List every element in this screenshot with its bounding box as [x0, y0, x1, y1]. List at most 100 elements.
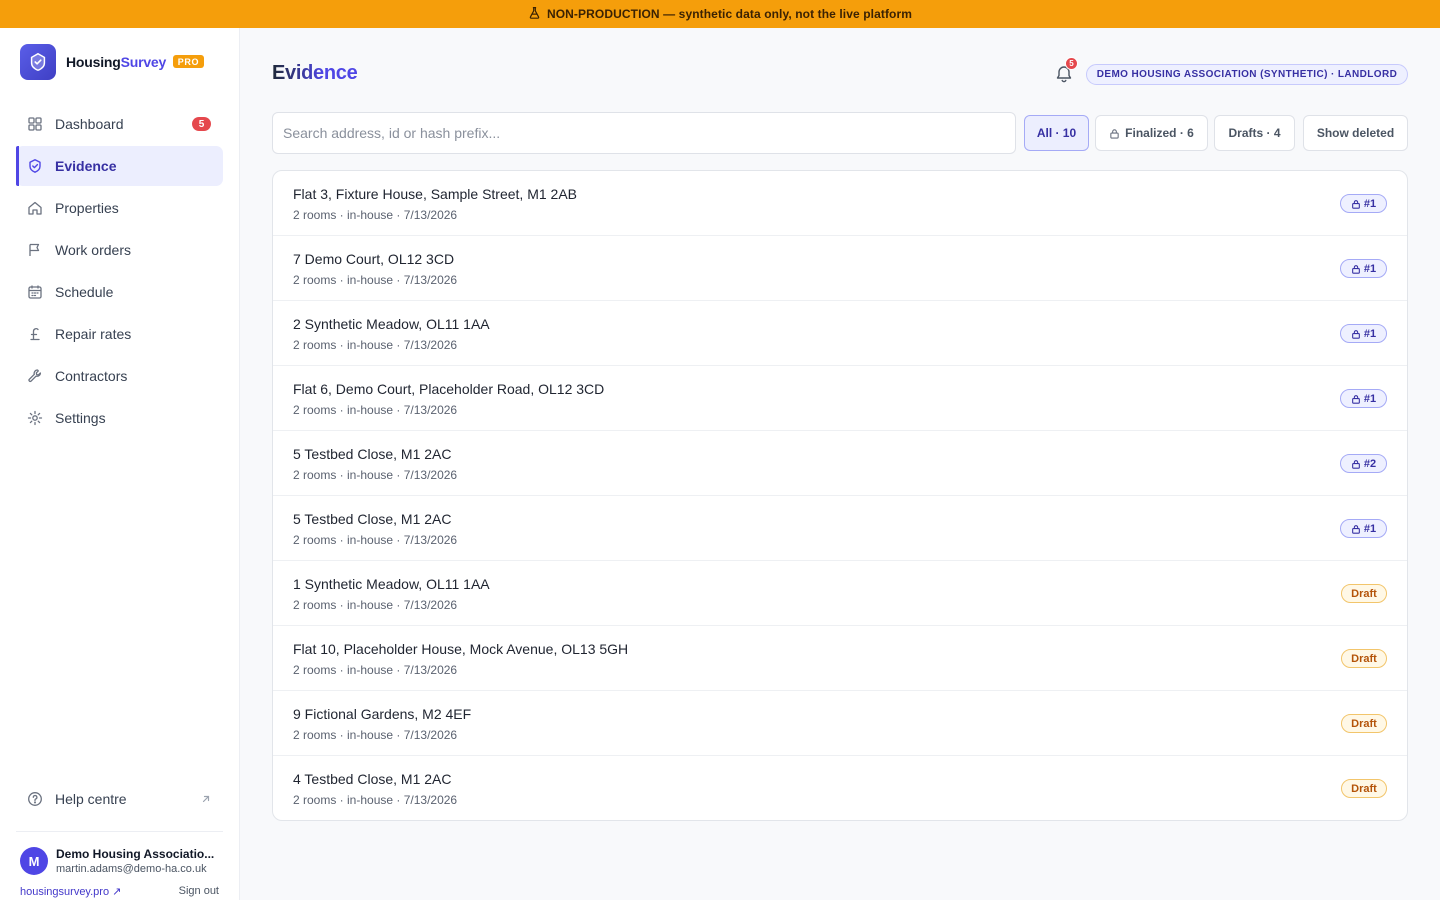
row-meta: 2 rooms · in-house · 7/13/2026 — [293, 663, 458, 677]
lock-icon — [1352, 459, 1360, 469]
lock-icon — [1352, 264, 1360, 274]
table-row[interactable]: 5 Testbed Close, M1 2AC 2 rooms · in-hou… — [273, 496, 1407, 561]
tag-label: #1 — [1363, 197, 1377, 210]
sidebar-item-schedule[interactable]: Schedule — [16, 272, 223, 312]
user-name: Demo Housing Associatio... — [56, 847, 215, 861]
draft-tag: Draft — [1341, 584, 1387, 603]
row-address: Flat 10, Placeholder House, Mock Avenue,… — [293, 641, 629, 657]
sidebar-item-repair-rates[interactable]: Repair rates — [16, 314, 223, 354]
tag-label: #1 — [1363, 327, 1377, 340]
sidebar-item-work-orders[interactable]: Work orders — [16, 230, 223, 270]
tag-label: #1 — [1363, 522, 1377, 535]
brand-name-part1: Housing — [66, 54, 121, 70]
lock-icon — [1352, 394, 1360, 404]
table-row[interactable]: 4 Testbed Close, M1 2AC 2 rooms · in-hou… — [273, 756, 1407, 820]
lock-icon — [1352, 329, 1360, 339]
finalized-tag: #1 — [1340, 194, 1387, 213]
sidebar-item-label: Contractors — [55, 368, 128, 384]
sidebar: HousingSurvey PRO Dashboard 5 Evidence P… — [0, 28, 240, 900]
row-meta: 2 rooms · in-house · 7/13/2026 — [293, 533, 458, 547]
calendar-icon — [28, 285, 42, 299]
row-address: 9 Fictional Gardens, M2 4EF — [293, 706, 472, 722]
row-address: 4 Testbed Close, M1 2AC — [293, 771, 452, 787]
finalized-tag: #1 — [1340, 324, 1387, 343]
table-row[interactable]: Flat 3, Fixture House, Sample Street, M1… — [273, 171, 1407, 236]
draft-tag: Draft — [1341, 649, 1387, 668]
sidebar-item-label: Dashboard — [55, 116, 124, 132]
row-meta: 2 rooms · in-house · 7/13/2026 — [293, 273, 458, 287]
home-icon — [28, 201, 42, 215]
sidebar-item-label: Repair rates — [55, 326, 132, 342]
draft-tag: Draft — [1341, 714, 1387, 733]
row-meta: 2 rooms · in-house · 7/13/2026 — [293, 338, 458, 352]
flask-icon — [528, 6, 541, 22]
row-address: 5 Testbed Close, M1 2AC — [293, 446, 452, 462]
sign-out-link[interactable]: Sign out — [179, 885, 219, 898]
dashboard-grid-icon — [28, 117, 42, 131]
brand-name: HousingSurvey PRO — [66, 54, 205, 70]
filter-all-button[interactable]: All · 10 — [1024, 115, 1089, 151]
user-email: martin.adams@demo-ha.co.uk — [56, 863, 207, 875]
table-row[interactable]: 1 Synthetic Meadow, OL11 1AA 2 rooms · i… — [273, 561, 1407, 626]
sidebar-item-evidence[interactable]: Evidence — [16, 146, 223, 186]
pound-sign-icon — [30, 328, 40, 341]
row-address: Flat 3, Fixture House, Sample Street, M1… — [293, 186, 578, 202]
site-link[interactable]: housingsurvey.pro ↗ — [20, 885, 121, 898]
row-address: Flat 6, Demo Court, Placeholder Road, OL… — [293, 381, 605, 397]
table-row[interactable]: 5 Testbed Close, M1 2AC 2 rooms · in-hou… — [273, 431, 1407, 496]
search-input[interactable] — [272, 112, 1016, 154]
page-title: Evidence — [272, 62, 358, 84]
organisation-badge: DEMO HOUSING ASSOCIATION (SYNTHETIC) · L… — [1086, 64, 1408, 85]
filter-finalized-button[interactable]: Finalized · 6 — [1095, 115, 1208, 151]
avatar: M — [20, 847, 48, 875]
evidence-list: Flat 3, Fixture House, Sample Street, M1… — [272, 170, 1408, 821]
finalized-tag: #1 — [1340, 259, 1387, 278]
show-deleted-button[interactable]: Show deleted — [1303, 115, 1408, 151]
notifications-count-badge: 5 — [1065, 57, 1078, 70]
lock-icon — [1352, 199, 1360, 209]
tag-label: #2 — [1363, 457, 1377, 470]
shield-check-icon — [29, 159, 41, 173]
sidebar-footer: housingsurvey.pro ↗ Sign out — [20, 885, 219, 898]
flag-icon — [29, 243, 40, 256]
wrench-icon — [28, 369, 42, 383]
brand[interactable]: HousingSurvey PRO — [20, 44, 205, 80]
row-meta: 2 rooms · in-house · 7/13/2026 — [293, 728, 458, 742]
gear-icon — [27, 410, 43, 426]
banner-text: NON-PRODUCTION — synthetic data only, no… — [546, 7, 913, 21]
brand-name-part2: Survey — [120, 54, 167, 70]
table-row[interactable]: 2 Synthetic Meadow, OL11 1AA 2 rooms · i… — [273, 301, 1407, 366]
external-link-icon — [202, 795, 210, 803]
sidebar-item-contractors[interactable]: Contractors — [16, 356, 223, 396]
table-row[interactable]: Flat 10, Placeholder House, Mock Avenue,… — [273, 626, 1407, 691]
tag-label: #1 — [1363, 392, 1377, 405]
sidebar-item-label: Properties — [55, 200, 119, 216]
row-meta: 2 rooms · in-house · 7/13/2026 — [293, 468, 458, 482]
draft-tag: Draft — [1341, 779, 1387, 798]
sidebar-item-settings[interactable]: Settings — [16, 398, 223, 438]
row-meta: 2 rooms · in-house · 7/13/2026 — [293, 403, 458, 417]
lock-icon — [1352, 524, 1360, 534]
lock-icon — [1110, 128, 1119, 139]
user-profile[interactable]: M Demo Housing Associatio... martin.adam… — [20, 846, 220, 876]
pro-badge: PRO — [172, 55, 205, 68]
non-production-banner: NON-PRODUCTION — synthetic data only, no… — [0, 0, 1440, 28]
filter-finalized-label: Finalized · 6 — [1125, 126, 1194, 140]
table-row[interactable]: 7 Demo Court, OL12 3CD 2 rooms · in-hous… — [273, 236, 1407, 301]
filter-all-label: All · 10 — [1036, 126, 1077, 140]
finalized-tag: #1 — [1340, 389, 1387, 408]
sidebar-item-label: Settings — [55, 410, 106, 426]
table-row[interactable]: Flat 6, Demo Court, Placeholder Road, OL… — [273, 366, 1407, 431]
logo-shield-icon — [20, 44, 56, 80]
help-centre-link[interactable]: Help centre — [16, 779, 223, 819]
sidebar-item-dashboard[interactable]: Dashboard 5 — [16, 104, 223, 144]
table-row[interactable]: 9 Fictional Gardens, M2 4EF 2 rooms · in… — [273, 691, 1407, 756]
filter-drafts-button[interactable]: Drafts · 4 — [1214, 115, 1295, 151]
sidebar-nav: Dashboard 5 Evidence Properties Work ord… — [16, 104, 223, 440]
row-address: 5 Testbed Close, M1 2AC — [293, 511, 452, 527]
notifications-button[interactable]: 5 — [1054, 57, 1078, 84]
show-deleted-label: Show deleted — [1316, 126, 1395, 140]
row-meta: 2 rooms · in-house · 7/13/2026 — [293, 598, 458, 612]
row-address: 1 Synthetic Meadow, OL11 1AA — [293, 576, 490, 592]
sidebar-item-properties[interactable]: Properties — [16, 188, 223, 228]
